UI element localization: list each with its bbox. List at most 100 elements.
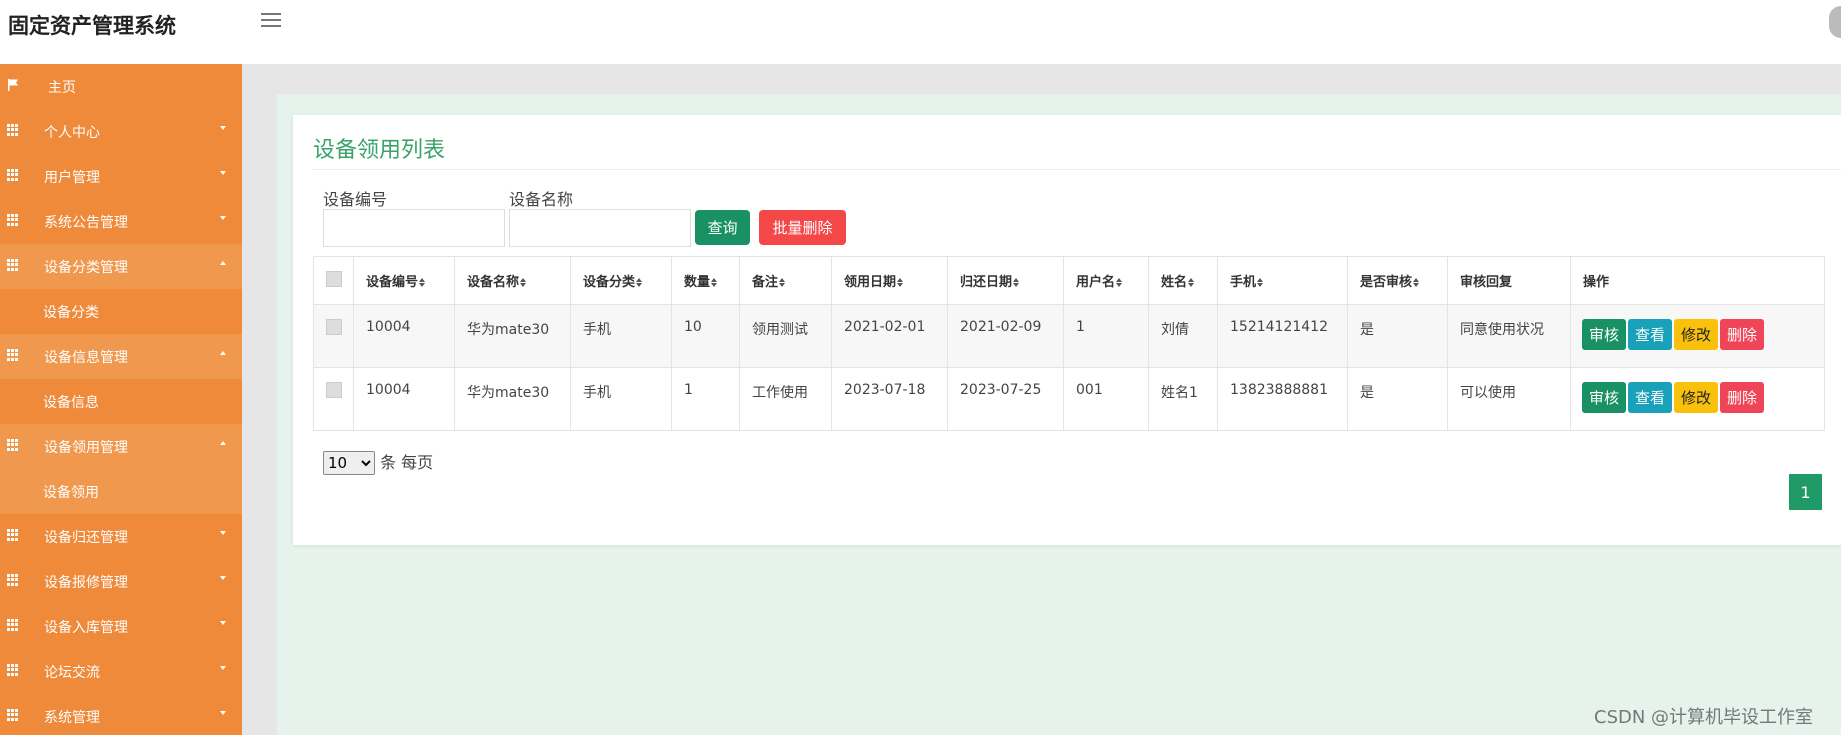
edit-button[interactable]: 修改 (1674, 319, 1719, 350)
sidebar-item-home[interactable]: 主页 (0, 64, 242, 109)
cell-audit-reply: 同意使用状况 (1447, 304, 1571, 368)
row-select-cell (313, 304, 354, 368)
title-divider (313, 169, 1841, 170)
delete-button[interactable]: 删除 (1720, 382, 1765, 413)
page-size-control: 10 条 每页 (323, 449, 433, 475)
row-select-cell (313, 367, 354, 431)
list-card: 设备领用列表 设备编号 设备名称 查询 批量删除 设备编号 设备名称 设备分类 … (293, 115, 1841, 545)
column-header[interactable]: 设备编号 (353, 256, 455, 305)
chevron-down-icon (220, 711, 226, 715)
view-button[interactable]: 查看 (1628, 382, 1673, 413)
column-header[interactable]: 设备名称 (454, 256, 571, 305)
query-button[interactable]: 查询 (695, 210, 750, 245)
page-button-current[interactable]: 1 (1789, 474, 1822, 510)
app-title: 固定资产管理系统 (8, 14, 176, 38)
table-row: 10004 华为mate30 手机 10 领用测试 2021-02-01 202… (313, 304, 1825, 368)
audit-button[interactable]: 审核 (1582, 319, 1627, 350)
chevron-down-icon (220, 531, 226, 535)
table-header-row: 设备编号 设备名称 设备分类 数量 备注 领用日期 归还日期 用户名 姓名 手机… (313, 256, 1825, 305)
sidebar-item-label: 系统公告管理 (44, 215, 128, 231)
cell-equipment-code: 10004 (353, 304, 455, 368)
column-header[interactable]: 姓名 (1148, 256, 1218, 305)
sidebar-subitem-label: 设备信息 (43, 395, 99, 411)
sidebar-item-repair-management[interactable]: 设备报修管理 (0, 559, 242, 604)
sidebar-item-label: 设备领用管理 (44, 440, 128, 456)
delete-button[interactable]: 删除 (1720, 319, 1765, 350)
grid-icon (7, 124, 19, 136)
row-checkbox[interactable] (326, 382, 342, 398)
sort-icon (419, 277, 426, 288)
sidebar-subitem-requisition[interactable]: 设备领用 (0, 469, 242, 514)
equipment-name-label: 设备名称 (509, 190, 574, 209)
sidebar-item-category-management[interactable]: 设备分类管理 (0, 244, 242, 289)
sidebar-item-label: 设备报修管理 (44, 575, 128, 591)
select-all-checkbox[interactable] (326, 270, 342, 287)
top-header: 固定资产管理系统 (0, 0, 1841, 64)
sort-icon (1188, 277, 1195, 288)
sidebar-item-user-management[interactable]: 用户管理 (0, 154, 242, 199)
chevron-down-icon (220, 621, 226, 625)
page-size-select[interactable]: 10 (323, 451, 375, 475)
column-header[interactable]: 是否审核 (1347, 256, 1448, 305)
cell-return-date: 2021-02-09 (947, 304, 1064, 368)
column-header[interactable]: 备注 (739, 256, 832, 305)
grid-icon (7, 259, 19, 271)
hamburger-menu-icon[interactable] (261, 13, 281, 29)
sidebar-subitem-equipment-info[interactable]: 设备信息 (0, 379, 242, 424)
equipment-name-input[interactable] (509, 209, 691, 247)
audit-button[interactable]: 审核 (1582, 382, 1627, 413)
column-header[interactable]: 数量 (671, 256, 740, 305)
edit-button[interactable]: 修改 (1674, 382, 1719, 413)
page-title: 设备领用列表 (313, 138, 446, 163)
cell-name: 刘倩 (1148, 304, 1218, 368)
sort-icon (1013, 277, 1020, 288)
cell-quantity: 1 (671, 367, 740, 431)
avatar[interactable] (1829, 6, 1841, 38)
grid-icon (7, 439, 19, 451)
cell-remark: 领用测试 (739, 304, 832, 368)
sidebar-item-personal-center[interactable]: 个人中心 (0, 109, 242, 154)
sidebar-item-forum[interactable]: 论坛交流 (0, 649, 242, 694)
grid-icon (7, 529, 19, 541)
sidebar-item-label: 论坛交流 (44, 665, 100, 681)
batch-delete-button[interactable]: 批量删除 (759, 210, 846, 245)
chevron-up-icon (220, 441, 226, 445)
sidebar-item-stockin-management[interactable]: 设备入库管理 (0, 604, 242, 649)
sidebar-subitem-category[interactable]: 设备分类 (0, 289, 242, 334)
grid-icon (7, 169, 19, 181)
row-checkbox[interactable] (326, 319, 342, 335)
sort-icon (636, 277, 643, 288)
column-header[interactable]: 用户名 (1063, 256, 1149, 305)
grid-icon (7, 214, 19, 226)
chevron-down-icon (220, 576, 226, 580)
cell-requisition-date: 2023-07-18 (831, 367, 948, 431)
view-button[interactable]: 查看 (1628, 319, 1673, 350)
grid-icon (7, 349, 19, 361)
sidebar-item-announcement-management[interactable]: 系统公告管理 (0, 199, 242, 244)
sidebar-item-label: 设备入库管理 (44, 620, 128, 636)
equipment-code-input[interactable] (323, 209, 505, 247)
column-header[interactable]: 手机 (1217, 256, 1348, 305)
column-header: 审核回复 (1447, 256, 1571, 305)
sidebar-nav: 主页 个人中心 用户管理 系统公告管理 设备分类管理 设备分类 设备信息管理 设… (0, 64, 242, 735)
sidebar-item-requisition-management[interactable]: 设备领用管理 (0, 424, 242, 469)
table-row: 10004 华为mate30 手机 1 工作使用 2023-07-18 2023… (313, 367, 1825, 431)
sidebar-subitem-label: 设备分类 (43, 305, 99, 321)
grid-icon (7, 664, 19, 676)
column-header[interactable]: 设备分类 (570, 256, 672, 305)
sidebar-item-label: 设备分类管理 (44, 260, 128, 276)
sidebar-item-label: 个人中心 (44, 125, 100, 141)
cell-category: 手机 (570, 304, 672, 368)
sidebar-item-label: 系统管理 (44, 710, 100, 726)
flag-icon (8, 79, 18, 91)
sort-icon (1116, 277, 1123, 288)
sidebar-item-equipment-info-management[interactable]: 设备信息管理 (0, 334, 242, 379)
sort-icon (711, 277, 718, 288)
cell-audit-reply: 可以使用 (1447, 367, 1571, 431)
sidebar-item-label: 设备归还管理 (44, 530, 128, 546)
sort-icon (779, 277, 786, 288)
column-header[interactable]: 归还日期 (947, 256, 1064, 305)
column-header[interactable]: 领用日期 (831, 256, 948, 305)
sidebar-item-return-management[interactable]: 设备归还管理 (0, 514, 242, 559)
sidebar-item-system-management[interactable]: 系统管理 (0, 694, 242, 735)
